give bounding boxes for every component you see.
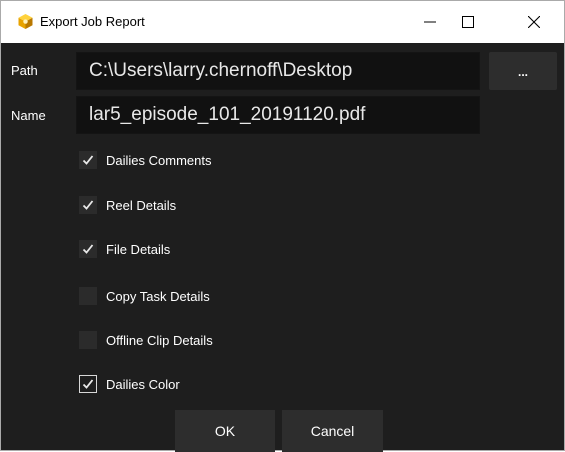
cancel-button[interactable]: Cancel [282,410,383,452]
title-bar[interactable]: Export Job Report [1,1,564,43]
name-field[interactable]: lar5_episode_101_20191120.pdf [76,96,480,134]
checkbox[interactable] [79,196,97,214]
checkbox[interactable] [79,151,97,169]
option-dailies-comments[interactable]: Dailies Comments [79,150,211,170]
close-button[interactable] [511,1,557,43]
checkmark-icon [82,200,94,210]
option-dailies-color[interactable]: Dailies Color [79,374,180,394]
dialog-content: Path C:\Users\larry.chernoff\Desktop ...… [1,43,564,452]
maximize-button[interactable] [445,1,491,43]
close-icon [528,16,540,28]
option-file-details[interactable]: File Details [79,239,170,259]
option-label: Reel Details [106,197,177,213]
option-label: Dailies Comments [106,152,212,168]
minimize-icon [424,21,436,23]
checkmark-icon [82,155,94,165]
checkbox[interactable] [79,287,97,305]
checkbox[interactable] [79,240,97,258]
option-label: Copy Task Details [106,288,210,304]
path-field[interactable]: C:\Users\larry.chernoff\Desktop [76,52,480,90]
checkbox[interactable] [79,331,97,349]
browse-button[interactable]: ... [489,52,557,90]
window-title: Export Job Report [40,14,145,29]
option-label: Offline Clip Details [106,332,213,348]
name-label: Name [11,108,46,123]
maximize-icon [462,16,474,28]
checkmark-icon [82,244,94,254]
checkmark-icon [82,379,94,389]
path-label: Path [11,63,38,78]
checkbox[interactable] [79,375,97,393]
option-label: Dailies Color [106,376,180,392]
export-job-report-dialog: Export Job Report Path C:\Users\larry.ch… [0,0,565,452]
cube-icon [17,13,34,30]
ok-button[interactable]: OK [175,410,275,452]
option-label: File Details [106,241,171,257]
option-offline-clip-details[interactable]: Offline Clip Details [79,330,213,350]
option-reel-details[interactable]: Reel Details [79,195,176,215]
option-copy-task-details[interactable]: Copy Task Details [79,286,210,306]
